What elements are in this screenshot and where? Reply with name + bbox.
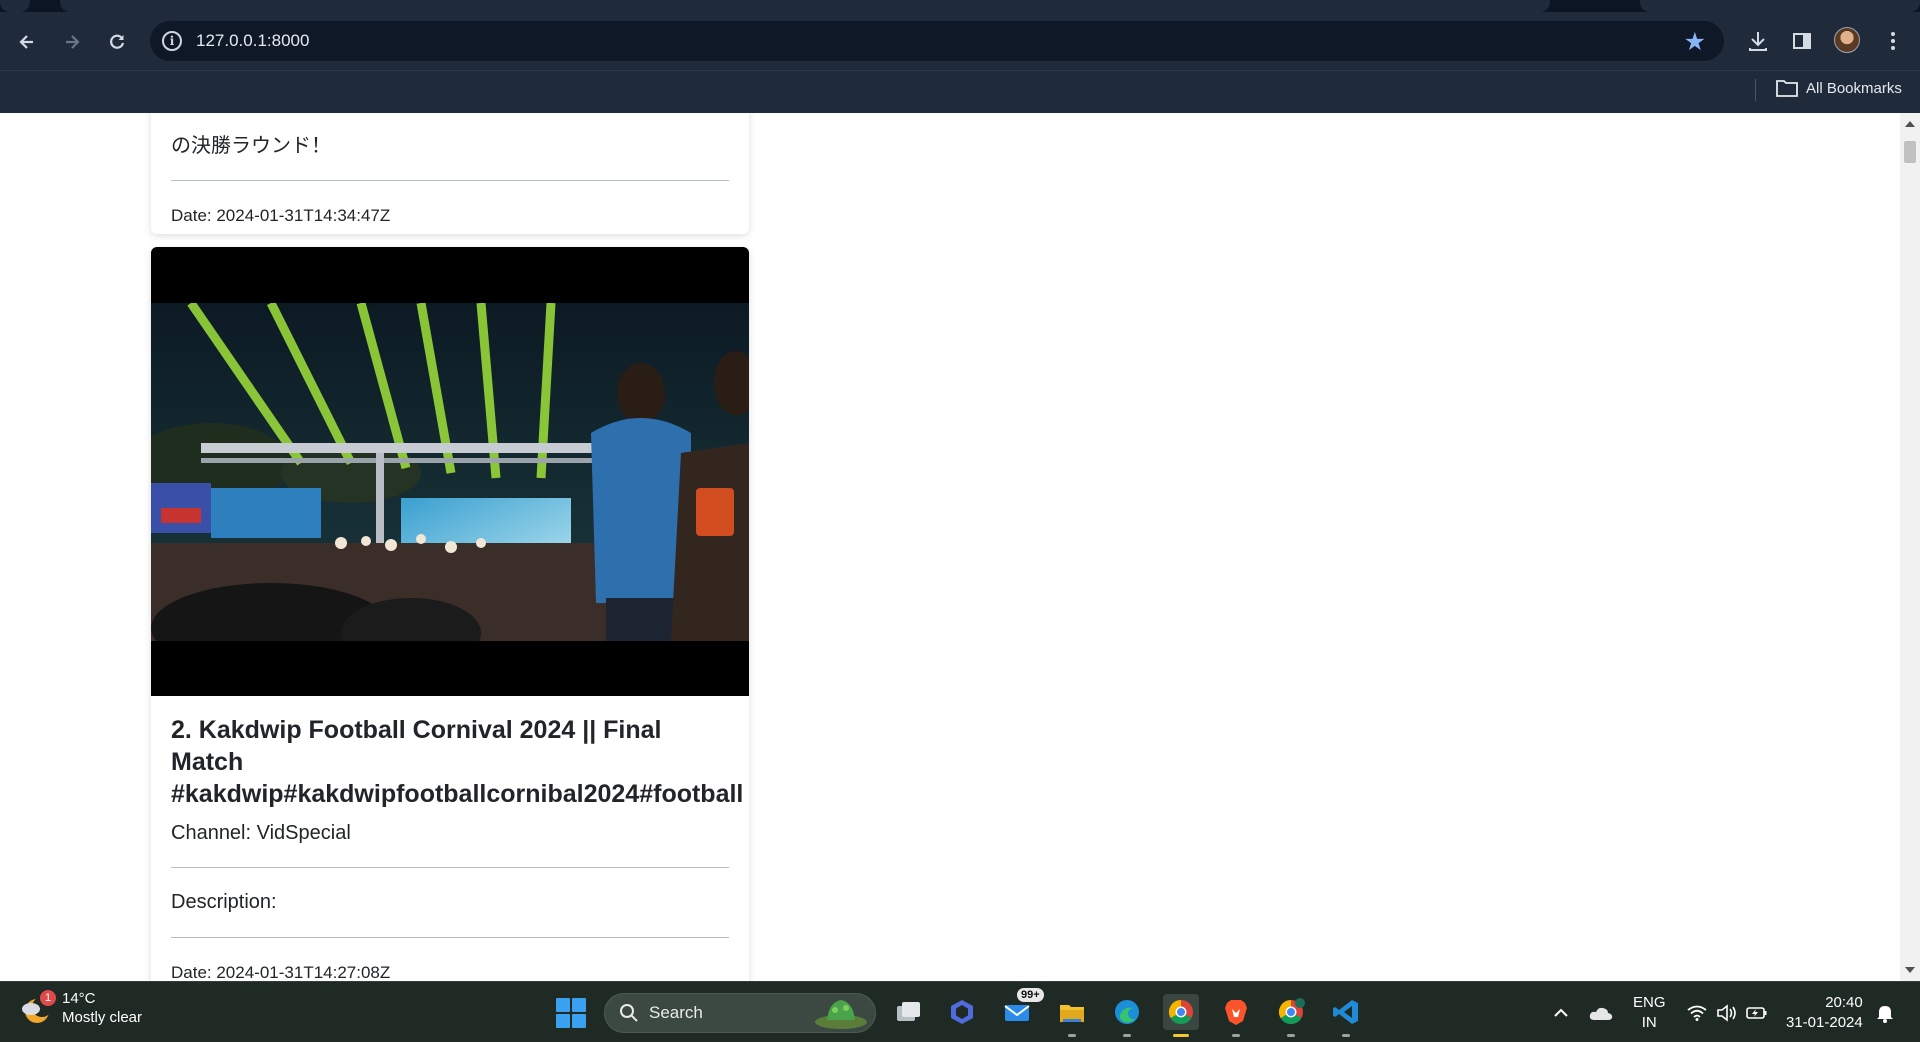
mail-icon[interactable]: 99+ (999, 988, 1044, 1030)
weather-alert-badge: 1 (40, 990, 56, 1006)
file-explorer-icon[interactable] (1054, 994, 1090, 1037)
running-indicator (1123, 1034, 1131, 1037)
weather-condition: Mostly clear (62, 1009, 143, 1026)
running-indicator (1068, 1034, 1076, 1037)
onedrive-icon[interactable] (1589, 982, 1613, 1042)
volume-icon[interactable] (1716, 982, 1738, 1042)
running-indicator (1287, 1034, 1295, 1037)
running-indicator (1342, 1034, 1350, 1037)
divider (171, 937, 729, 938)
search-icon (620, 1004, 638, 1022)
bookmarks-separator (1755, 79, 1756, 101)
video-date: Date: 2024-01-31T14:27:08Z (171, 963, 391, 981)
weather-temperature: 14°C (62, 990, 96, 1007)
tray-overflow-icon[interactable] (1552, 982, 1570, 1042)
thumbnail-image (151, 303, 749, 641)
taskbar-clock[interactable]: 20:40 31-01-2024 (1786, 993, 1863, 1033)
taskbar-search[interactable]: Search (604, 993, 876, 1033)
language-indicator[interactable]: ENG IN (1633, 993, 1666, 1033)
taskbar: 1 14°C Mostly clear Search 99+ ENG IN 20… (0, 981, 1920, 1042)
page-scrollbar[interactable] (1900, 113, 1920, 981)
arrow-right-icon (66, 35, 80, 49)
browser-toolbar: i 127.0.0.1:8000 ★ (0, 12, 1920, 70)
scroll-down-arrow[interactable] (1905, 967, 1915, 973)
wifi-icon[interactable] (1687, 982, 1707, 1042)
language-code: ENG (1633, 994, 1666, 1011)
url-text[interactable]: 127.0.0.1:8000 (196, 31, 309, 51)
windows-start-icon[interactable] (556, 998, 586, 1028)
language-region: IN (1641, 1014, 1657, 1031)
scrollbar-thumb[interactable] (1904, 141, 1916, 163)
reload-button[interactable] (102, 27, 132, 57)
video-title-line: 2. Kakdwip Football Cornival 2024 || Fin… (171, 716, 662, 776)
running-indicator (1173, 1034, 1189, 1037)
video-thumbnail[interactable] (151, 247, 749, 696)
video-date: Date: 2024-01-31T14:34:47Z (171, 206, 391, 225)
scroll-up-arrow[interactable] (1905, 121, 1915, 127)
back-button[interactable] (12, 27, 42, 57)
video-description-text: の決勝ラウンド！ (171, 135, 331, 157)
folder-icon (1776, 80, 1798, 97)
tab[interactable] (1640, 0, 1920, 12)
site-info-icon[interactable]: i (162, 31, 182, 51)
copilot-icon[interactable] (944, 994, 980, 1030)
tab[interactable] (0, 0, 30, 12)
search-highlight-icon (815, 1000, 867, 1029)
all-bookmarks-button[interactable]: All Bookmarks (1776, 79, 1902, 97)
downloads-icon[interactable] (1745, 28, 1771, 54)
forward-button[interactable] (57, 27, 87, 57)
edge-browser-icon[interactable] (1109, 994, 1145, 1037)
chrome-browser-icon[interactable] (1163, 994, 1199, 1037)
search-label: Search (649, 1003, 703, 1022)
tab-strip (0, 0, 1920, 12)
page-viewport: の決勝ラウンド！ Date: 2024-01-31T14:34:47Z 2. K… (0, 113, 1900, 981)
all-bookmarks-label: All Bookmarks (1806, 79, 1902, 97)
bookmarks-bar: All Bookmarks (0, 70, 1920, 113)
weather-widget[interactable]: 1 14°C Mostly clear (20, 990, 142, 1028)
video-title[interactable]: 2. Kakdwip Football Cornival 2024 || Fin… (171, 714, 744, 810)
weather-moon-cloud-icon: 1 (20, 990, 56, 1026)
video-channel: Channel: VidSpecial (171, 822, 351, 844)
brave-browser-icon[interactable] (1218, 994, 1254, 1037)
mail-count-badge: 99+ (1017, 988, 1044, 1002)
clock-date: 31-01-2024 (1786, 1014, 1863, 1031)
arrow-left-icon (19, 35, 33, 49)
bookmark-star-icon[interactable]: ★ (1684, 27, 1706, 57)
notification-bell-icon[interactable] (1876, 982, 1894, 1042)
menu-dots-icon[interactable] (1880, 28, 1906, 54)
battery-charging-icon[interactable] (1746, 982, 1768, 1042)
video-card: の決勝ラウンド！ Date: 2024-01-31T14:34:47Z (151, 113, 749, 234)
active-tab[interactable] (60, 0, 1550, 12)
vscode-icon[interactable] (1328, 994, 1364, 1037)
side-panel-icon[interactable] (1789, 28, 1815, 54)
running-indicator (1232, 1034, 1240, 1037)
profile-avatar[interactable] (1834, 27, 1860, 53)
clock-time: 20:40 (1825, 994, 1863, 1011)
divider (171, 867, 729, 868)
chrome-profile-icon[interactable] (1273, 994, 1309, 1037)
address-bar[interactable]: i 127.0.0.1:8000 ★ (150, 21, 1724, 61)
video-title-line: #kakdwip#kakdwipfootballcornibal2024#foo… (171, 780, 744, 808)
video-description-label: Description: (171, 891, 277, 913)
task-view-icon[interactable] (890, 994, 926, 1030)
video-card: 2. Kakdwip Football Cornival 2024 || Fin… (151, 247, 749, 981)
reload-icon (110, 34, 125, 49)
divider (171, 180, 729, 181)
